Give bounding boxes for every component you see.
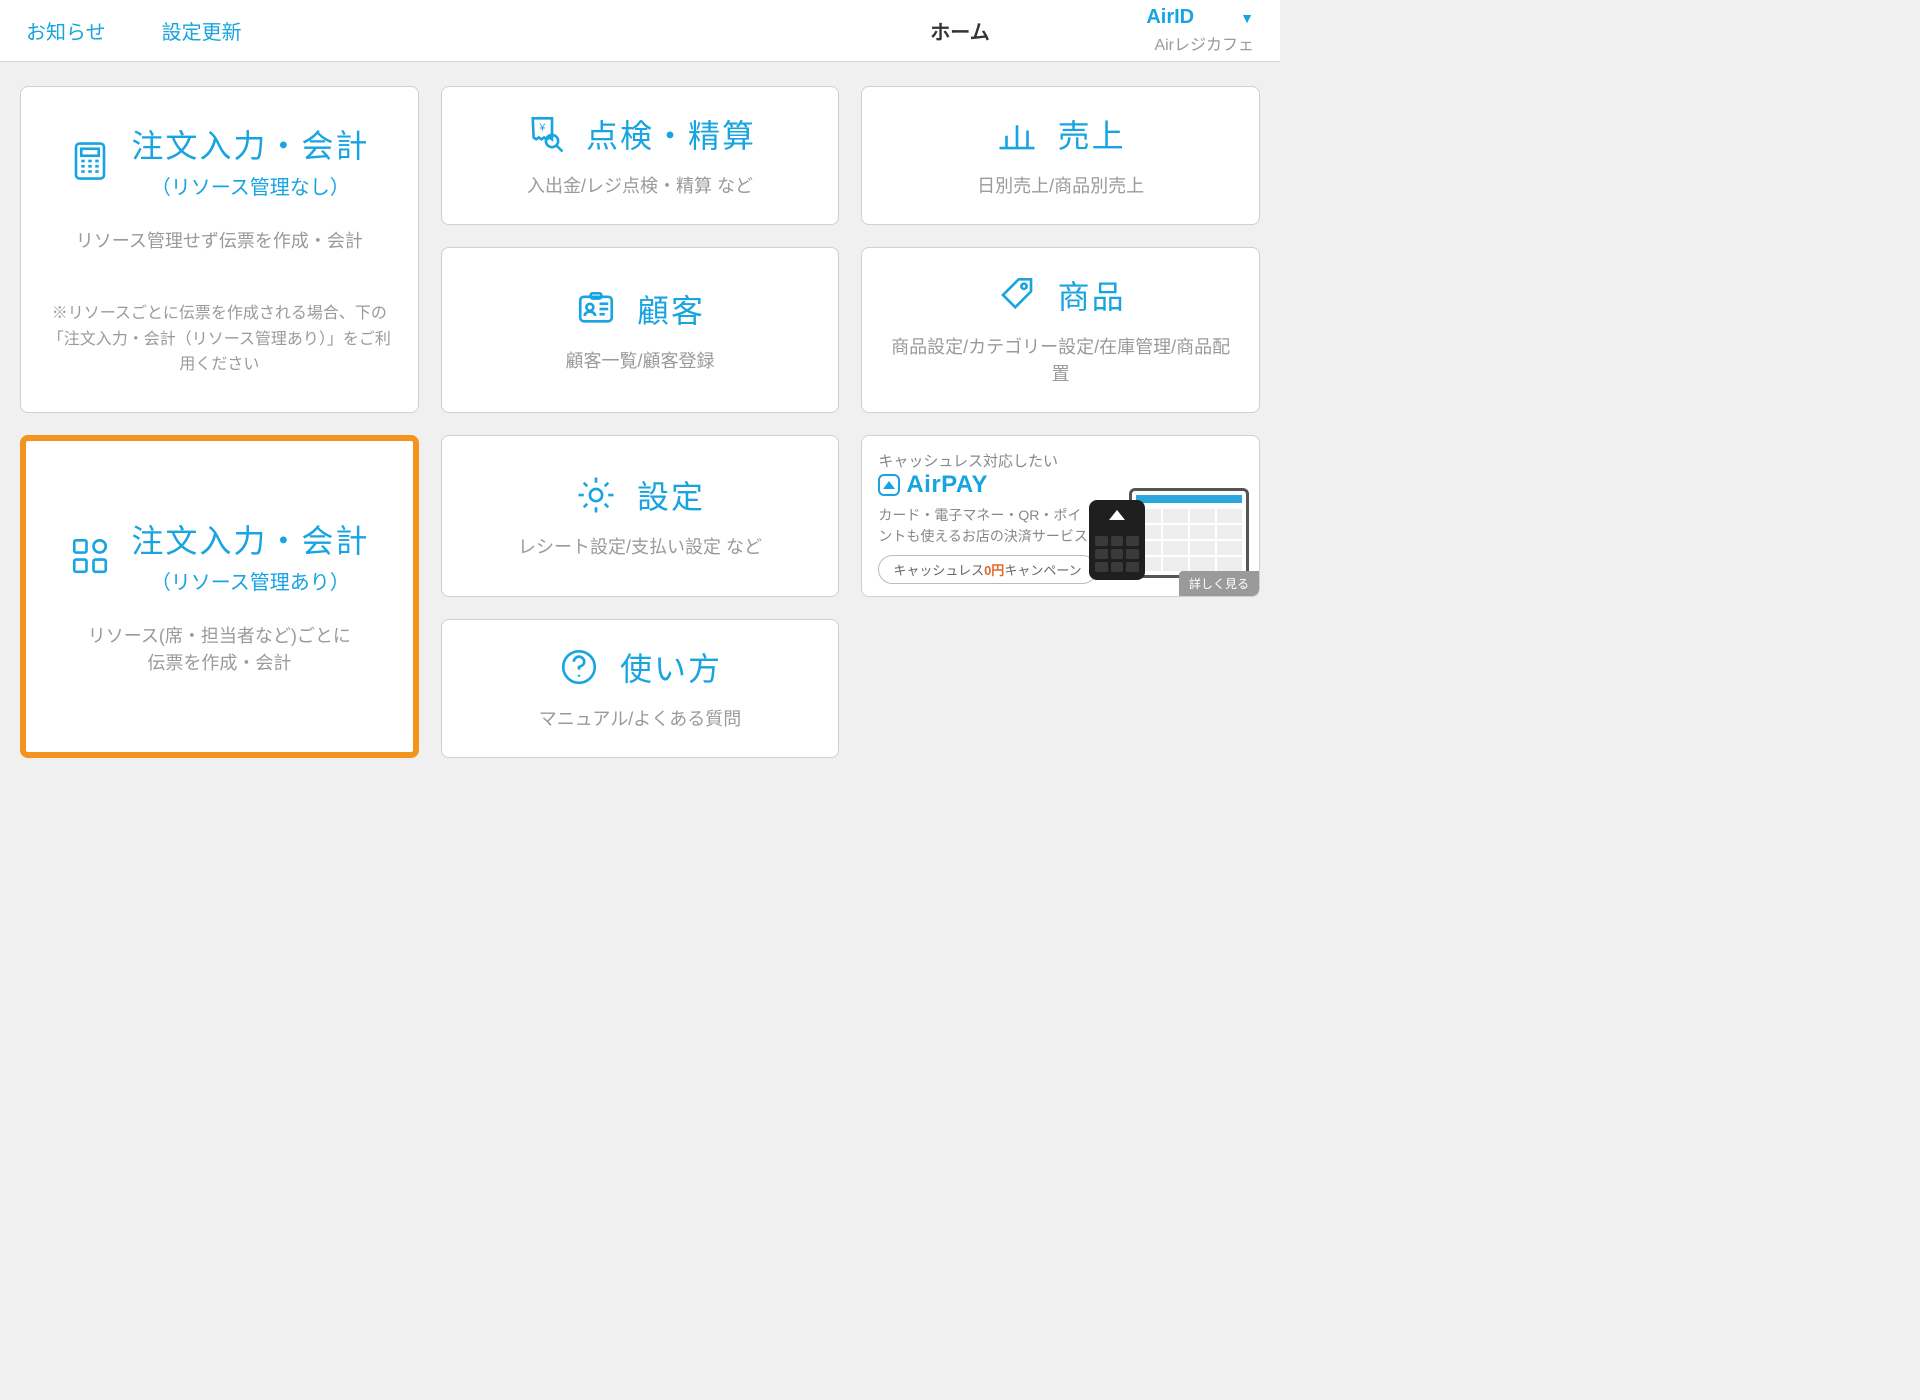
card-title: 使い方 xyxy=(620,644,722,690)
svg-text:¥: ¥ xyxy=(538,122,545,134)
card-desc: リソース(席・担当者など)ごとに 伝票を作成・会計 xyxy=(88,623,351,677)
card-title: 顧客 xyxy=(637,286,705,332)
refresh-link[interactable]: 設定更新 xyxy=(162,16,242,45)
card-desc: レシート設定/支払い設定 など xyxy=(518,534,762,561)
card-desc: 日別売上/商品別売上 xyxy=(977,173,1144,200)
help-icon xyxy=(558,646,600,688)
receipt-magnify-icon: ¥ xyxy=(524,113,566,155)
card-desc: 顧客一覧/顧客登録 xyxy=(565,348,714,375)
card-note: ※リソースごとに伝票を作成される場合、下の「注文入力・会計（リソース管理あり）」… xyxy=(47,301,392,378)
id-card-icon xyxy=(575,288,617,330)
card-subtitle: （リソース管理なし） xyxy=(151,171,350,200)
airpay-logo-icon xyxy=(878,474,900,496)
top-bar-left: お知らせ 設定更新 xyxy=(26,16,242,45)
card-customer[interactable]: 顧客 顧客一覧/顧客登録 xyxy=(441,247,840,413)
card-title: 設定 xyxy=(637,472,705,518)
card-title: 注文入力・会計 xyxy=(131,121,369,167)
bar-chart-icon xyxy=(996,113,1038,155)
card-subtitle: （リソース管理あり） xyxy=(151,566,350,595)
account-label: AirID xyxy=(1146,6,1194,29)
card-desc: 入出金/レジ点検・精算 など xyxy=(527,173,753,200)
card-inspection[interactable]: ¥ 点検・精算 入出金/レジ点検・精算 など xyxy=(441,86,840,225)
notice-link[interactable]: お知らせ xyxy=(26,16,106,45)
gear-icon xyxy=(575,474,617,516)
promo-hardware-illustration xyxy=(1089,460,1249,578)
promo-brand-text: AirPAY xyxy=(906,471,988,499)
card-title: 注文入力・会計 xyxy=(131,516,369,562)
card-product[interactable]: 商品 商品設定/カテゴリー設定/在庫管理/商品配置 xyxy=(861,247,1260,413)
grid-icon xyxy=(69,535,111,577)
card-desc: リソース管理せず伝票を作成・会計 xyxy=(76,228,363,255)
card-order-no-resource[interactable]: 注文入力・会計 （リソース管理なし） リソース管理せず伝票を作成・会計 ※リソー… xyxy=(20,86,419,413)
card-title: 売上 xyxy=(1058,111,1126,157)
card-sales[interactable]: 売上 日別売上/商品別売上 xyxy=(861,86,1260,225)
card-help[interactable]: 使い方 マニュアル/よくある質問 xyxy=(441,619,840,758)
card-title: 点検・精算 xyxy=(586,111,756,157)
card-airpay-promo[interactable]: キャッシュレス対応したい AirPAY カード・電子マネー・QR・ポイントも使え… xyxy=(861,435,1260,597)
card-order-with-resource[interactable]: 注文入力・会計 （リソース管理あり） リソース(席・担当者など)ごとに 伝票を作… xyxy=(20,435,419,758)
promo-desc: カード・電子マネー・QR・ポイントも使えるお店の決済サービス xyxy=(878,505,1088,547)
calculator-icon xyxy=(69,140,111,182)
promo-badge: キャッシュレス0円キャンペーン xyxy=(878,555,1096,584)
page-title: ホーム xyxy=(930,16,989,45)
top-bar: お知らせ 設定更新 ホーム AirID ▼ Airレジカフェ xyxy=(0,0,1280,62)
store-name: Airレジカフェ xyxy=(1154,31,1254,55)
account-menu[interactable]: AirID ▼ Airレジカフェ xyxy=(1146,6,1254,55)
card-title: 商品 xyxy=(1058,272,1126,318)
card-desc: 商品設定/カテゴリー設定/在庫管理/商品配置 xyxy=(888,334,1233,388)
home-grid: 注文入力・会計 （リソース管理なし） リソース管理せず伝票を作成・会計 ※リソー… xyxy=(0,62,1280,788)
card-settings[interactable]: 設定 レシート設定/支払い設定 など xyxy=(441,435,840,597)
promo-more-button[interactable]: 詳しく見る xyxy=(1179,571,1259,596)
tag-icon xyxy=(996,274,1038,316)
card-desc: マニュアル/よくある質問 xyxy=(539,706,741,733)
chevron-down-icon: ▼ xyxy=(1240,10,1254,26)
